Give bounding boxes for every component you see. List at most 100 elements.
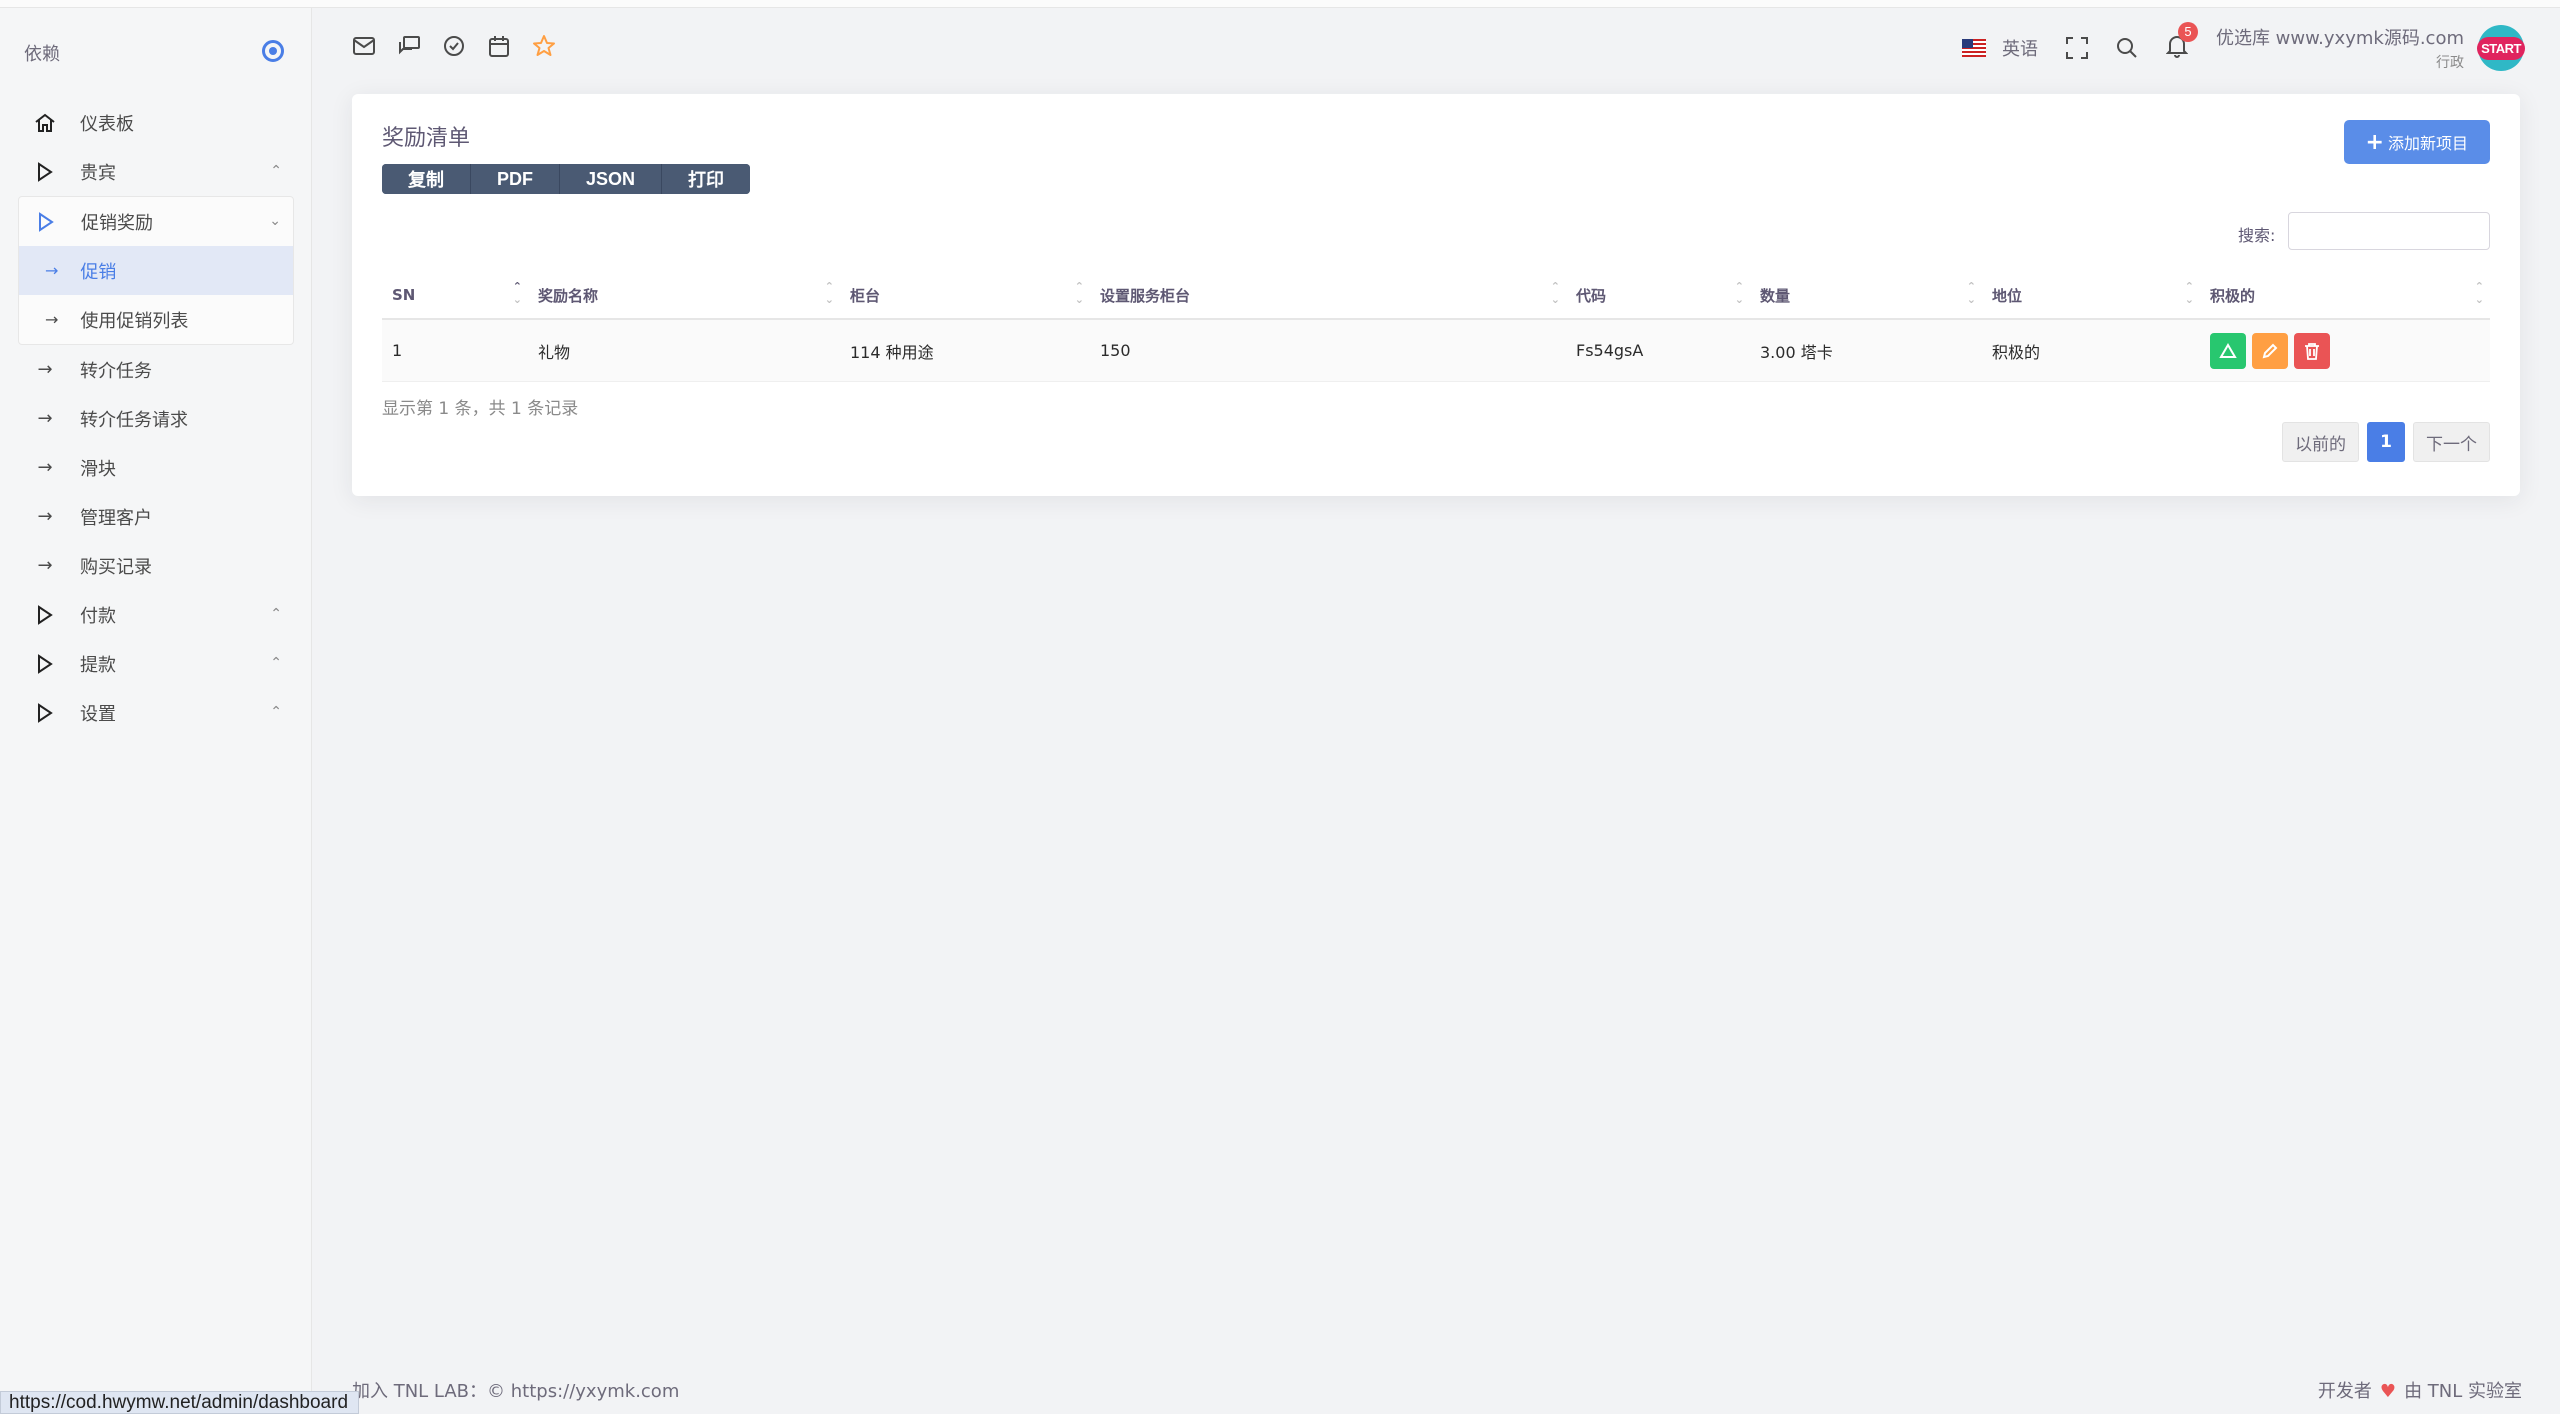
sidebar-item-slider[interactable]: → 滑块 xyxy=(18,443,294,492)
footer-credit: 开发者 ♥ 由 TNL 实验室 xyxy=(2318,1377,2522,1403)
copy-button[interactable]: 复制 xyxy=(382,164,471,194)
plus-icon: + xyxy=(2365,129,2384,155)
language-selector[interactable]: 英语 xyxy=(2002,35,2038,61)
footer-credit-suffix: 由 TNL 实验室 xyxy=(2404,1381,2522,1402)
arrow-right-icon: → xyxy=(37,555,53,576)
arrow-right-icon: → xyxy=(45,310,59,329)
play-icon xyxy=(34,702,56,723)
arrow-right-icon: → xyxy=(37,359,53,380)
sidebar-item-label: 管理客户 xyxy=(80,507,152,529)
column-header-code[interactable]: 代码 ⌃ ⌄ xyxy=(1566,272,1750,318)
check-circle-icon[interactable] xyxy=(442,34,466,58)
chevron-up-icon: ⌃ xyxy=(270,655,282,671)
heart-icon: ♥ xyxy=(2379,1381,2397,1402)
column-header-label: 地位 xyxy=(1992,286,2023,305)
sidebar-item-label: 付款 xyxy=(80,605,116,627)
table-info: 显示第 1 条，共 1 条记录 xyxy=(382,399,579,419)
cell-code: Fs54gsA xyxy=(1576,341,1644,360)
user-name: 优选库 www.yxymk源码.com xyxy=(2215,28,2464,49)
play-icon xyxy=(34,604,56,625)
delete-button[interactable] xyxy=(2294,332,2330,369)
sidebar-item-dashboard[interactable]: 仪表板 xyxy=(18,98,294,147)
chevron-up-icon: ⌃ xyxy=(270,163,282,179)
cell-sn: 1 xyxy=(392,341,403,360)
search-label: 搜索: xyxy=(2238,226,2276,245)
cell-service-counter: 150 xyxy=(1100,341,1131,360)
column-header-sn[interactable]: SN ⌃ ⌄ xyxy=(382,272,528,318)
pencil-icon xyxy=(2262,343,2278,358)
fullscreen-icon[interactable] xyxy=(2065,37,2088,59)
sort-icon: ⌃ ⌄ xyxy=(1550,280,1560,306)
browser-top-edge xyxy=(0,0,2560,8)
us-flag-icon[interactable] xyxy=(1961,39,1986,57)
sidebar-item-label: 转介任务请求 xyxy=(80,409,188,431)
sidebar-item-vip[interactable]: 贵宾 ⌃ xyxy=(18,147,294,196)
table-header: SN ⌃ ⌄ 奖励名称 ⌃ ⌄ 柜台 ⌃ ⌄ 设置服务柜台 ⌃ ⌄ 代码 ⌃ ⌄ 数量 ⌃… xyxy=(382,272,2490,320)
column-header-amount[interactable]: 数量 ⌃ ⌄ xyxy=(1750,272,1982,318)
chat-icon[interactable] xyxy=(397,34,421,58)
column-header-label: 奖励名称 xyxy=(538,286,599,305)
play-icon xyxy=(35,211,57,232)
column-header-service-counter[interactable]: 设置服务柜台 ⌃ ⌄ xyxy=(1090,272,1566,318)
column-header-status[interactable]: 地位 ⌃ ⌄ xyxy=(1982,272,2200,318)
sidebar-toggle-icon[interactable] xyxy=(262,40,284,62)
sidebar-item-label: 贵宾 xyxy=(80,162,116,184)
sidebar-item-customers[interactable]: → 管理客户 xyxy=(18,492,294,541)
column-header-label: 柜台 xyxy=(850,286,881,305)
column-header-label: SN xyxy=(392,286,416,304)
user-info[interactable]: 优选库 www.yxymk源码.com 行政 xyxy=(2216,24,2464,72)
sidebar-item-label: 购买记录 xyxy=(80,556,152,578)
column-header-counter[interactable]: 柜台 ⌃ ⌄ xyxy=(840,272,1090,318)
sidebar-item-label: 提款 xyxy=(80,654,116,676)
column-header-reward-name[interactable]: 奖励名称 ⌃ ⌄ xyxy=(528,272,840,318)
sort-icon: ⌃ ⌄ xyxy=(2474,280,2484,306)
user-role: 行政 xyxy=(2436,55,2464,71)
footer-copyright: 加入 TNL LAB：© https://yxymk.com xyxy=(352,1381,680,1402)
chevron-up-icon: ⌃ xyxy=(270,704,282,720)
add-button-label: 添加新项目 xyxy=(2387,134,2468,153)
pagination-next[interactable]: 下一个 xyxy=(2413,422,2490,462)
search-icon[interactable] xyxy=(2116,37,2138,59)
sidebar-subitem-promotion[interactable]: → 促销 xyxy=(19,246,293,295)
sidebar-item-settings[interactable]: 设置 ⌃ xyxy=(18,688,294,737)
sidebar-item-label: 设置 xyxy=(80,703,116,725)
search-input[interactable] xyxy=(2288,212,2490,250)
column-header-label: 代码 xyxy=(1576,286,1607,305)
edit-button[interactable] xyxy=(2252,332,2288,369)
sort-icon: ⌃ ⌄ xyxy=(1074,280,1084,306)
notification-badge: 5 xyxy=(2177,21,2198,42)
sidebar-item-withdrawals[interactable]: 提款 ⌃ xyxy=(18,639,294,688)
sidebar-nav: 仪表板 贵宾 ⌃ 促销奖励 ⌄ → 促销 → 使用促销列表 → 转介任务 → 转… xyxy=(18,98,294,737)
mail-icon[interactable] xyxy=(352,34,376,58)
avatar[interactable]: START xyxy=(2477,25,2525,71)
chevron-down-icon: ⌄ xyxy=(269,213,281,229)
sidebar-item-label: 转介任务 xyxy=(80,360,152,382)
cell-reward-name: 礼物 xyxy=(538,342,571,362)
print-button[interactable]: 打印 xyxy=(662,164,751,194)
sidebar-item-referral-requests[interactable]: → 转介任务请求 xyxy=(18,394,294,443)
cell-counter: 114 种用途 xyxy=(850,342,934,362)
calendar-icon[interactable] xyxy=(487,34,511,58)
sidebar-item-payments[interactable]: 付款 ⌃ xyxy=(18,590,294,639)
activate-button[interactable] xyxy=(2210,332,2246,369)
header-shortcuts xyxy=(352,34,556,58)
star-icon[interactable] xyxy=(532,34,556,58)
column-header-actions[interactable]: 积极的 ⌃ ⌄ xyxy=(2200,272,2490,318)
column-header-label: 数量 xyxy=(1760,286,1791,305)
pagination-page[interactable]: 1 xyxy=(2367,422,2405,462)
sidebar-item-referral-tasks[interactable]: → 转介任务 xyxy=(18,345,294,394)
sidebar-item-label: 促销奖励 xyxy=(81,212,153,234)
sort-icon: ⌃ ⌄ xyxy=(2184,280,2194,306)
add-new-item-button[interactable]: + 添加新项目 xyxy=(2343,120,2490,164)
sidebar-item-promotion-rewards[interactable]: 促销奖励 ⌄ xyxy=(19,197,293,246)
header-right: 英语 5 优选库 www.yxymk源码.com 行政 START xyxy=(1961,21,2525,72)
sidebar-item-purchases[interactable]: → 购买记录 xyxy=(18,541,294,590)
sidebar-subitem-used-promotions[interactable]: → 使用促销列表 xyxy=(19,295,293,344)
cell-actions xyxy=(2200,320,2490,381)
rewards-card: 奖励清单 复制 PDF JSON 打印 + 添加新项目 搜索: SN ⌃ ⌄ 奖励… xyxy=(352,94,2520,496)
notification-bell-icon[interactable]: 5 xyxy=(2165,21,2198,63)
pdf-button[interactable]: PDF xyxy=(471,164,560,194)
pagination-prev[interactable]: 以前的 xyxy=(2282,422,2359,462)
json-button[interactable]: JSON xyxy=(560,164,663,194)
column-header-label: 积极的 xyxy=(2210,286,2256,305)
